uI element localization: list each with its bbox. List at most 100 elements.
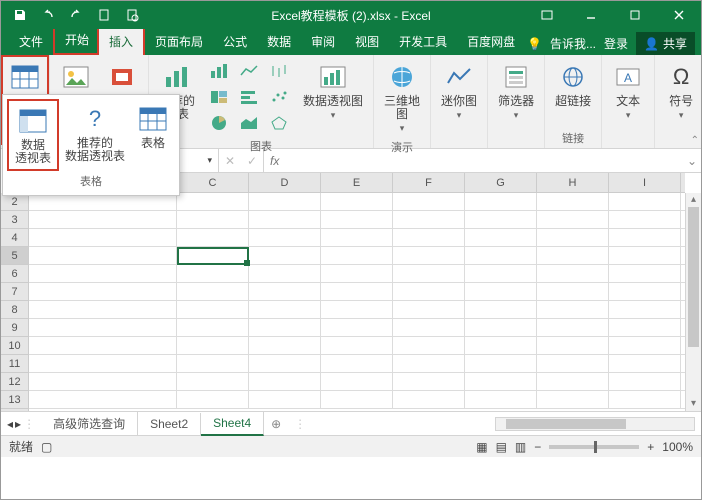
rec-pivot-icon: ? bbox=[79, 103, 111, 135]
ribbon-options-icon[interactable] bbox=[525, 1, 569, 29]
globe-icon bbox=[386, 61, 418, 93]
macro-record-icon[interactable]: ▢ bbox=[41, 440, 52, 454]
view-normal-icon[interactable]: ▦ bbox=[476, 440, 487, 454]
tab-file[interactable]: 文件 bbox=[9, 28, 53, 55]
add-sheet-button[interactable]: ⊕ bbox=[264, 417, 288, 431]
zoom-level[interactable]: 100% bbox=[662, 440, 693, 454]
col-header[interactable]: D bbox=[249, 173, 321, 192]
tab-review[interactable]: 审阅 bbox=[301, 28, 345, 55]
sheet-tab[interactable]: Sheet2 bbox=[138, 413, 201, 435]
row-header[interactable]: 5 bbox=[1, 247, 28, 265]
pie-chart-icon[interactable] bbox=[205, 111, 233, 135]
hierarchy-chart-icon[interactable] bbox=[205, 85, 233, 109]
sheet-nav-next-icon[interactable]: ▸ bbox=[15, 417, 21, 431]
sheet-tab[interactable]: Sheet4 bbox=[201, 412, 264, 436]
scroll-down-icon[interactable]: ▾ bbox=[686, 397, 701, 411]
radar-chart-icon[interactable] bbox=[265, 111, 293, 135]
chart-types-gallery bbox=[203, 57, 295, 137]
sheet-nav-prev-icon[interactable]: ◂ bbox=[7, 417, 13, 431]
undo-icon[interactable] bbox=[37, 4, 59, 26]
zoom-out-icon[interactable]: − bbox=[534, 440, 541, 454]
tab-dev[interactable]: 开发工具 bbox=[389, 28, 457, 55]
pivottable-icon bbox=[17, 105, 49, 137]
col-header[interactable]: F bbox=[393, 173, 465, 192]
column-chart-icon[interactable] bbox=[205, 59, 233, 83]
redo-icon[interactable] bbox=[65, 4, 87, 26]
cells[interactable] bbox=[29, 193, 685, 411]
pivot-table-button[interactable]: 数据 透视表 bbox=[7, 99, 59, 171]
row-header[interactable]: 6 bbox=[1, 265, 28, 283]
sparkline-icon bbox=[443, 61, 475, 93]
scroll-up-icon[interactable]: ▴ bbox=[686, 193, 701, 207]
tab-baidu[interactable]: 百度网盘 bbox=[457, 28, 525, 55]
row-header[interactable]: 8 bbox=[1, 301, 28, 319]
row-header[interactable]: 11 bbox=[1, 355, 28, 373]
minimize-icon[interactable] bbox=[569, 1, 613, 29]
bar-chart-icon[interactable] bbox=[235, 85, 263, 109]
row-header[interactable]: 7 bbox=[1, 283, 28, 301]
recommended-pivot-button[interactable]: ?推荐的 数据透视表 bbox=[59, 99, 131, 171]
tables-dropdown-label: 表格 bbox=[7, 171, 175, 191]
title-bar: Excel教程模板 (2).xlsx - Excel bbox=[1, 1, 701, 29]
status-ready: 就绪 bbox=[9, 438, 33, 455]
omega-icon: Ω bbox=[665, 61, 697, 93]
row-header[interactable]: 3 bbox=[1, 211, 28, 229]
sparklines-button[interactable]: 迷你图▾ bbox=[435, 57, 483, 125]
tab-layout[interactable]: 页面布局 bbox=[145, 28, 213, 55]
col-header[interactable]: E bbox=[321, 173, 393, 192]
row-header[interactable]: 10 bbox=[1, 337, 28, 355]
row-header[interactable]: 9 bbox=[1, 319, 28, 337]
sheet-tab[interactable]: 高级筛选查询 bbox=[41, 411, 138, 436]
window-title: Excel教程模板 (2).xlsx - Excel bbox=[271, 7, 430, 24]
maximize-icon[interactable] bbox=[613, 1, 657, 29]
tab-formula[interactable]: 公式 bbox=[213, 28, 257, 55]
login-button[interactable]: 登录 bbox=[604, 35, 628, 52]
tell-me[interactable]: 告诉我... bbox=[550, 35, 596, 52]
close-icon[interactable] bbox=[657, 1, 701, 29]
pivot-chart-button[interactable]: 数据透视图▾ bbox=[297, 57, 369, 125]
status-bar: 就绪 ▢ ▦ ▤ ▥ − + 100% bbox=[1, 435, 701, 457]
filters-button[interactable]: 筛选器▾ bbox=[492, 57, 540, 125]
hyperlink-button[interactable]: 超链接 bbox=[549, 57, 597, 112]
pivotchart-icon bbox=[317, 61, 349, 93]
hyperlink-icon bbox=[557, 61, 589, 93]
save-icon[interactable] bbox=[9, 4, 31, 26]
row-header[interactable]: 13 bbox=[1, 391, 28, 409]
symbols-button[interactable]: Ω符号▾ bbox=[659, 57, 702, 125]
text-button[interactable]: A文本▾ bbox=[606, 57, 650, 125]
table-icon bbox=[9, 61, 41, 93]
line-chart-icon[interactable] bbox=[235, 59, 263, 83]
table-insert-button[interactable]: 表格 bbox=[131, 99, 175, 171]
tables-dropdown: 数据 透视表 ?推荐的 数据透视表 表格 表格 bbox=[2, 94, 180, 196]
view-pagebreak-icon[interactable]: ▥ bbox=[515, 440, 526, 454]
row-headers: 2 3 4 5 6 7 8 9 10 11 12 13 bbox=[1, 193, 29, 411]
view-pagelayout-icon[interactable]: ▤ bbox=[496, 440, 507, 454]
col-header[interactable]: G bbox=[465, 173, 537, 192]
links-group-label: 链接 bbox=[549, 129, 597, 148]
vertical-scrollbar[interactable]: ▴▾ bbox=[685, 193, 701, 411]
new-icon[interactable] bbox=[93, 4, 115, 26]
slicer-icon bbox=[500, 61, 532, 93]
area-chart-icon[interactable] bbox=[235, 111, 263, 135]
col-header[interactable]: I bbox=[609, 173, 681, 192]
scroll-thumb[interactable] bbox=[688, 207, 699, 347]
scroll-thumb[interactable] bbox=[506, 419, 626, 429]
tab-view[interactable]: 视图 bbox=[345, 28, 389, 55]
zoom-in-icon[interactable]: + bbox=[647, 440, 654, 454]
svg-text:A: A bbox=[624, 71, 632, 85]
stock-chart-icon[interactable] bbox=[265, 59, 293, 83]
sheet-divider: ⋮ bbox=[288, 417, 312, 431]
collapse-ribbon-icon[interactable]: ⌃ bbox=[691, 135, 699, 146]
col-header[interactable]: H bbox=[537, 173, 609, 192]
tab-data[interactable]: 数据 bbox=[257, 28, 301, 55]
3d-map-button[interactable]: 三维地 图▾ bbox=[378, 57, 426, 138]
scatter-chart-icon[interactable] bbox=[265, 85, 293, 109]
horizontal-scrollbar[interactable] bbox=[495, 417, 695, 431]
col-header[interactable]: C bbox=[177, 173, 249, 192]
row-header[interactable]: 4 bbox=[1, 229, 28, 247]
tab-insert[interactable]: 插入 bbox=[97, 26, 145, 55]
zoom-slider[interactable] bbox=[549, 445, 639, 449]
share-button[interactable]: 👤共享 bbox=[636, 32, 695, 55]
print-preview-icon[interactable] bbox=[121, 4, 143, 26]
row-header[interactable]: 12 bbox=[1, 373, 28, 391]
